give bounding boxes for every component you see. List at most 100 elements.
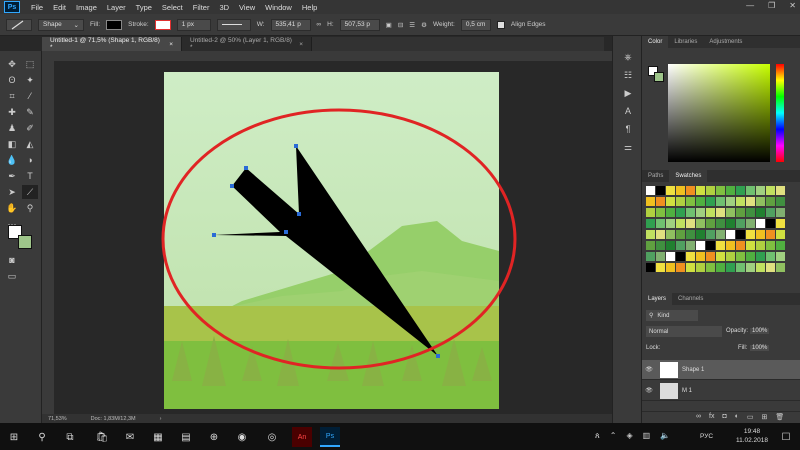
swatch-chip[interactable] [716, 263, 725, 272]
swatch-chip[interactable] [676, 241, 685, 250]
swatch-chip[interactable] [666, 186, 675, 195]
background-color-swatch[interactable] [18, 235, 32, 249]
tab-paths[interactable]: Paths [642, 170, 669, 182]
swatch-chip[interactable] [716, 241, 725, 250]
tab-adjustments[interactable]: Adjustments [703, 36, 748, 48]
swatch-chip[interactable] [736, 230, 745, 239]
swatch-chip[interactable] [736, 197, 745, 206]
swatch-chip[interactable] [716, 219, 725, 228]
move-tool-icon[interactable]: ✥ [4, 57, 20, 71]
search-icon[interactable]: ⚲ [32, 427, 52, 447]
swatch-chip[interactable] [756, 263, 765, 272]
swatch-chip[interactable] [656, 219, 665, 228]
tool-mode-select[interactable]: Shape ⌄ [38, 18, 84, 31]
layer-row-shape-1[interactable]: 👁 Shape 1 [642, 360, 800, 380]
swatch-chip[interactable] [656, 197, 665, 206]
swatch-chip[interactable] [766, 219, 775, 228]
swatch-chip[interactable] [666, 252, 675, 261]
swatch-chip[interactable] [746, 219, 755, 228]
tab-untitled-2[interactable]: Untitled-2 @ 50% (Layer 1, RGB/8) * × [182, 37, 312, 51]
swatch-chip[interactable] [646, 186, 655, 195]
chevron-up-icon[interactable]: ⌃ [610, 431, 617, 441]
menu-image[interactable]: Image [71, 3, 102, 12]
swatch-chip[interactable] [706, 241, 715, 250]
brush-tool-icon[interactable]: ✎ [22, 105, 38, 119]
swatch-chip[interactable] [716, 208, 725, 217]
calculator-icon[interactable]: ▦ [148, 427, 168, 447]
path-ops-icon[interactable]: ▣ [386, 21, 392, 29]
gear-icon[interactable]: ⚙ [421, 21, 427, 29]
swatch-chip[interactable] [666, 263, 675, 272]
people-icon[interactable]: ጰ [595, 431, 600, 441]
swatch-chip[interactable] [766, 197, 775, 206]
network-icon[interactable]: ▥ [643, 431, 651, 441]
history-brush-icon[interactable]: ✐ [22, 121, 38, 135]
swatch-chip[interactable] [726, 263, 735, 272]
swatch-chip[interactable] [666, 219, 675, 228]
chrome-icon[interactable]: ◎ [262, 427, 282, 447]
swatch-chip[interactable] [686, 230, 695, 239]
windows-start-icon[interactable]: ⊞ [4, 427, 24, 447]
menu-layer[interactable]: Layer [102, 3, 131, 12]
color-picker-field[interactable] [668, 64, 770, 162]
antivirus-icon[interactable]: ◈ [626, 431, 632, 441]
swatch-chip[interactable] [656, 186, 665, 195]
swatch-chip[interactable] [696, 219, 705, 228]
swatch-chip[interactable] [676, 186, 685, 195]
menu-3d[interactable]: 3D [214, 3, 234, 12]
swatch-chip[interactable] [776, 208, 785, 217]
tab-untitled-1[interactable]: Untitled-1 @ 71,5% (Shape 1, RGB/8) * × [42, 37, 182, 51]
swatch-chip[interactable] [676, 263, 685, 272]
adjust-panel-icon[interactable]: ⚌ [620, 140, 636, 154]
photoshop-app-icon[interactable]: Ps [320, 427, 340, 447]
swatch-chip[interactable] [656, 263, 665, 272]
swatch-chip[interactable] [696, 186, 705, 195]
volume-icon[interactable]: 🔈 [660, 431, 670, 441]
menu-help[interactable]: Help [297, 3, 322, 12]
swatch-chip[interactable] [686, 197, 695, 206]
width-field[interactable]: 535,41 p [270, 18, 311, 31]
swatch-chip[interactable] [766, 263, 775, 272]
dodge-tool-icon[interactable]: ◑ [22, 153, 38, 167]
character-panel-icon[interactable]: A [620, 104, 636, 118]
adjustment-icon[interactable]: ◐ [735, 413, 739, 421]
swatch-chip[interactable] [716, 197, 725, 206]
swatch-chip[interactable] [666, 197, 675, 206]
menu-select[interactable]: Select [157, 3, 188, 12]
bucket-tool-icon[interactable]: ◭ [22, 137, 38, 151]
paragraph-panel-icon[interactable]: ¶ [620, 122, 636, 136]
input-language[interactable]: РУС [700, 433, 713, 440]
eraser-tool-icon[interactable]: ◧ [4, 137, 20, 151]
swatch-chip[interactable] [776, 219, 785, 228]
opacity-value[interactable]: 100% [750, 328, 770, 334]
layer-row-m-1[interactable]: 👁 M 1 [642, 381, 800, 401]
eyedropper-tool-icon[interactable]: ⁄ [22, 89, 38, 103]
swatch-chip[interactable] [766, 208, 775, 217]
swatch-chip[interactable] [756, 252, 765, 261]
swatch-chip[interactable] [646, 197, 655, 206]
link-layers-icon[interactable]: ∞ [696, 413, 701, 421]
animate-app-icon[interactable]: An [292, 427, 312, 447]
layer-filter-kind[interactable]: ⚲ Kind [646, 310, 698, 321]
minimize-icon[interactable]: — [746, 1, 754, 10]
path-align-icon[interactable]: ⊟ [398, 21, 403, 29]
tab-color[interactable]: Color [642, 36, 669, 48]
swatch-chip[interactable] [656, 241, 665, 250]
clock[interactable]: 19:48 11.02.2018 [730, 427, 774, 445]
tab-libraries[interactable]: Libraries [668, 36, 703, 48]
menu-type[interactable]: Type [131, 3, 157, 12]
trash-icon[interactable]: 🗑 [775, 413, 784, 421]
menu-view[interactable]: View [234, 3, 260, 12]
zoom-level[interactable]: 71,53% [48, 416, 67, 422]
swatch-chip[interactable] [696, 197, 705, 206]
swatch-chip[interactable] [746, 263, 755, 272]
notifications-icon[interactable]: ☐ [776, 427, 796, 447]
menu-file[interactable]: File [26, 3, 48, 12]
swatch-chip[interactable] [776, 197, 785, 206]
swatch-chip[interactable] [756, 230, 765, 239]
tab-layers[interactable]: Layers [642, 293, 673, 305]
swatch-chip[interactable] [646, 252, 655, 261]
blend-mode-select[interactable]: Normal [646, 326, 722, 337]
maximize-icon[interactable]: ❐ [768, 1, 775, 10]
folder-icon[interactable]: ▭ [747, 413, 754, 421]
